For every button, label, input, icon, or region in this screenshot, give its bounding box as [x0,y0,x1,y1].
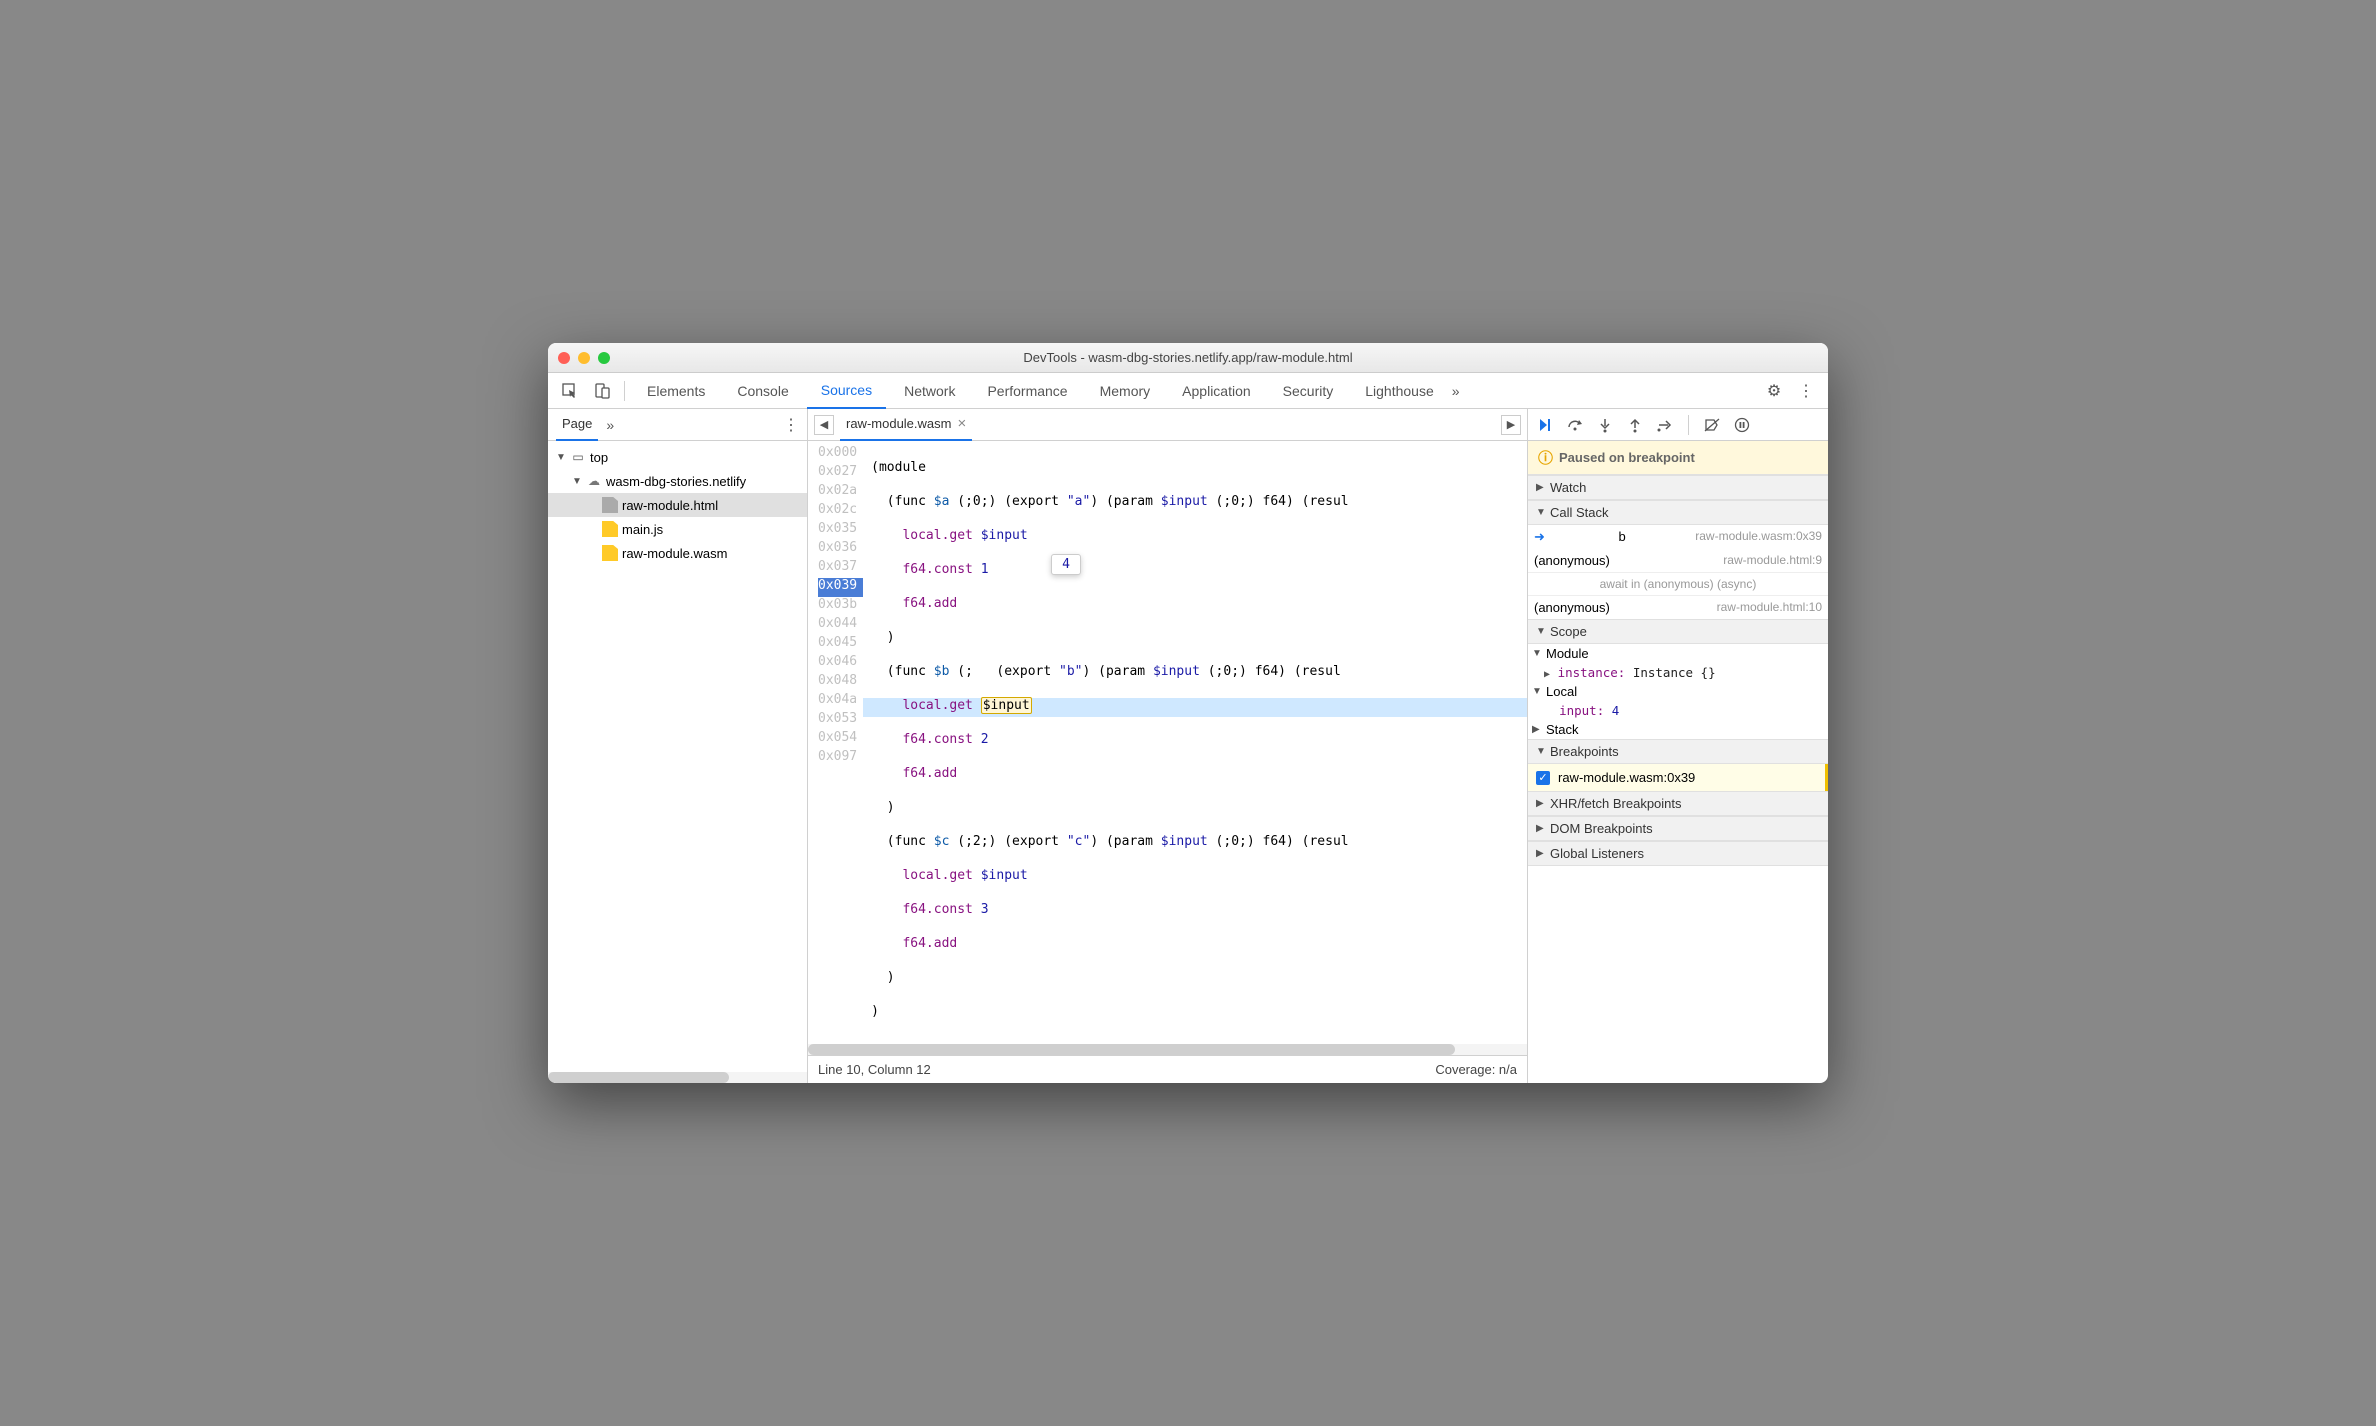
section-global-listeners[interactable]: ▶Global Listeners [1528,841,1828,866]
tab-memory[interactable]: Memory [1086,373,1165,409]
window-title: DevTools - wasm-dbg-stories.netlify.app/… [548,350,1828,365]
section-breakpoints[interactable]: ▼Breakpoints [1528,739,1828,764]
tab-lighthouse[interactable]: Lighthouse [1351,373,1448,409]
tab-security[interactable]: Security [1269,373,1348,409]
callstack-frame[interactable]: (anonymous)raw-module.html:9 [1528,549,1828,572]
code-content[interactable]: (module (func $a (;0;) (export "a") (par… [863,441,1527,1044]
tree-file-wasm[interactable]: raw-module.wasm [548,541,807,565]
cursor-position: Line 10, Column 12 [818,1062,931,1077]
scope-local[interactable]: ▼Local [1528,682,1828,701]
info-icon: ⓘ [1538,447,1553,468]
nav-back-icon[interactable]: ◀ [814,415,834,435]
nav-scrollbar[interactable] [548,1072,807,1083]
scope-module[interactable]: ▼Module [1528,644,1828,663]
section-dom[interactable]: ▶DOM Breakpoints [1528,816,1828,841]
callstack-body: braw-module.wasm:0x39 (anonymous)raw-mod… [1528,525,1828,619]
step-icon[interactable] [1654,414,1676,436]
section-xhr[interactable]: ▶XHR/fetch Breakpoints [1528,791,1828,816]
tab-network[interactable]: Network [890,373,969,409]
tree-file-html[interactable]: raw-module.html [548,493,807,517]
more-tabs-icon[interactable]: » [1452,383,1460,399]
navigator-pane: Page » ⋮ ▼top ▼wasm-dbg-stories.netlify … [548,409,808,1083]
editor-pane: ◀ raw-module.wasm× ▶ 0x0000x0270x02a0x02… [808,409,1528,1083]
tab-sources[interactable]: Sources [807,373,886,409]
scope-input[interactable]: input: 4 [1528,701,1828,720]
more-navigator-icon[interactable]: » [606,417,614,433]
deactivate-bp-icon[interactable] [1701,414,1723,436]
section-watch[interactable]: ▶Watch [1528,475,1828,500]
paused-banner: ⓘPaused on breakpoint [1528,441,1828,475]
file-tree: ▼top ▼wasm-dbg-stories.netlify raw-modul… [548,441,807,1072]
close-tab-icon[interactable]: × [957,415,966,432]
tree-top[interactable]: ▼top [548,445,807,469]
main-toolbar: Elements Console Sources Network Perform… [548,373,1828,409]
editor-scrollbar[interactable] [808,1044,1527,1055]
titlebar: DevTools - wasm-dbg-stories.netlify.app/… [548,343,1828,373]
debugger-pane: ⓘPaused on breakpoint ▶Watch ▼Call Stack… [1528,409,1828,1083]
step-into-icon[interactable] [1594,414,1616,436]
tree-origin[interactable]: ▼wasm-dbg-stories.netlify [548,469,807,493]
async-separator: await in (anonymous) (async) [1528,572,1828,596]
inspect-icon[interactable] [556,377,584,405]
step-out-icon[interactable] [1624,414,1646,436]
resume-icon[interactable] [1534,414,1556,436]
scope-body: ▼Module ▶ instance: Instance {} ▼Local i… [1528,644,1828,739]
coverage-status: Coverage: n/a [1435,1062,1517,1077]
section-scope[interactable]: ▼Scope [1528,619,1828,644]
code-editor[interactable]: 0x0000x0270x02a0x02c0x0350x0360x0370x039… [808,441,1527,1044]
section-callstack[interactable]: ▼Call Stack [1528,500,1828,525]
tab-console[interactable]: Console [723,373,802,409]
navigator-tab-page[interactable]: Page [556,409,598,441]
step-over-icon[interactable] [1564,414,1586,436]
tab-performance[interactable]: Performance [973,373,1081,409]
tab-elements[interactable]: Elements [633,373,719,409]
gutter[interactable]: 0x0000x0270x02a0x02c0x0350x0360x0370x039… [808,441,863,1044]
tree-file-js[interactable]: main.js [548,517,807,541]
navigator-menu-icon[interactable]: ⋮ [783,415,799,435]
pause-exceptions-icon[interactable] [1731,414,1753,436]
status-bar: Line 10, Column 12 Coverage: n/a [808,1055,1527,1083]
device-icon[interactable] [588,377,616,405]
separator [624,381,625,401]
tab-application[interactable]: Application [1168,373,1265,409]
more-icon[interactable]: ⋮ [1792,377,1820,405]
settings-icon[interactable]: ⚙ [1760,377,1788,405]
editor-tab[interactable]: raw-module.wasm× [840,409,972,441]
debugger-toolbar [1528,409,1828,441]
callstack-frame[interactable]: (anonymous)raw-module.html:10 [1528,596,1828,619]
nav-fwd-icon[interactable]: ▶ [1501,415,1521,435]
devtools-window: DevTools - wasm-dbg-stories.netlify.app/… [548,343,1828,1083]
scope-instance[interactable]: ▶ instance: Instance {} [1528,663,1828,682]
breakpoint-entry[interactable]: ✓raw-module.wasm:0x39 [1528,764,1828,791]
checkbox-icon[interactable]: ✓ [1536,771,1550,785]
scope-stack[interactable]: ▶Stack [1528,720,1828,739]
hover-tooltip: 4 [1051,554,1081,575]
callstack-frame[interactable]: braw-module.wasm:0x39 [1528,525,1828,549]
